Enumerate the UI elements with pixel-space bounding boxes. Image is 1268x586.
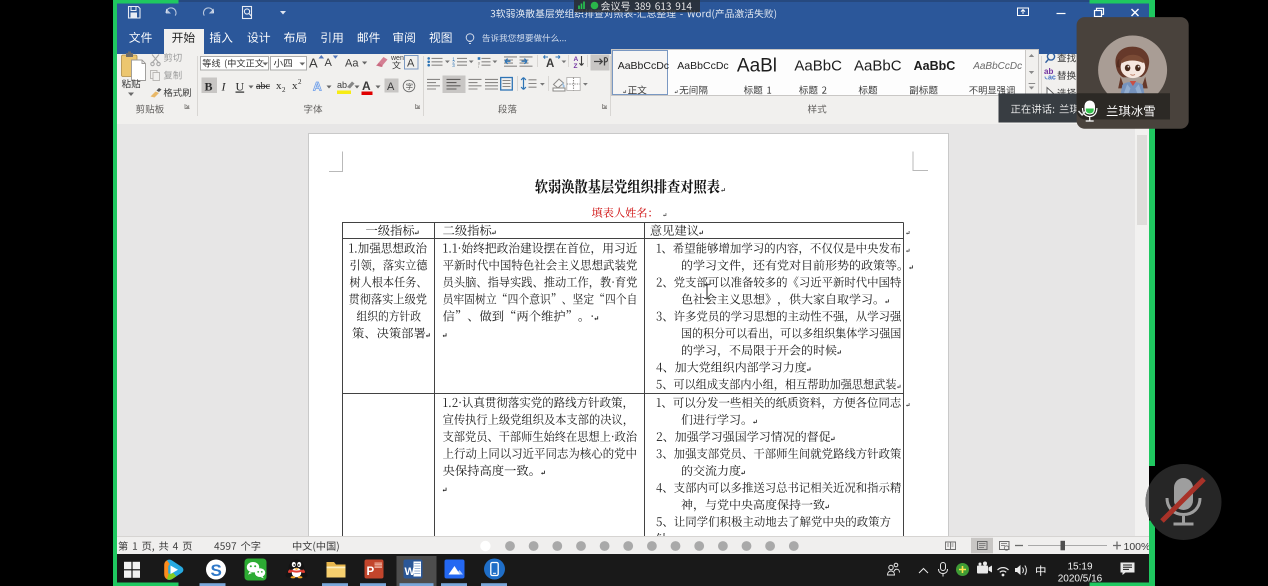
svg-text:A: A: [362, 79, 371, 93]
svg-text:A: A: [387, 81, 395, 93]
svg-text:AaBbCcDc: AaBbCcDc: [972, 61, 1022, 72]
svg-text:abc: abc: [256, 81, 270, 92]
svg-text:AaBbCcDc: AaBbCcDc: [677, 60, 728, 72]
svg-text:S: S: [211, 561, 222, 580]
svg-text:wen: wen: [390, 55, 404, 62]
svg-text:I: I: [221, 80, 227, 94]
svg-text:2: 2: [282, 86, 286, 94]
svg-text:B: B: [205, 80, 213, 94]
svg-text:P: P: [367, 566, 375, 578]
svg-text:AaBbCcDc: AaBbCcDc: [618, 60, 669, 72]
svg-text:U: U: [236, 80, 245, 94]
svg-text:Z: Z: [574, 63, 578, 70]
svg-text:i: i: [478, 64, 479, 69]
svg-text:W: W: [405, 566, 416, 578]
svg-text:Aa: Aa: [345, 58, 359, 70]
svg-text:ac: ac: [1048, 75, 1056, 82]
svg-text:A: A: [546, 58, 554, 70]
svg-text:AaBbC: AaBbC: [914, 59, 956, 73]
svg-text:A: A: [325, 57, 333, 69]
svg-text:A: A: [574, 56, 579, 63]
svg-text:ab: ab: [337, 80, 347, 90]
svg-text:15:19: 15:19: [1067, 562, 1092, 573]
svg-text:A: A: [407, 58, 415, 70]
svg-text:A: A: [313, 80, 322, 94]
svg-text:2: 2: [298, 78, 302, 86]
svg-text:3: 3: [452, 63, 455, 68]
svg-text:AaBbC: AaBbC: [794, 58, 842, 75]
svg-text:A: A: [309, 56, 318, 71]
svg-text:100%: 100%: [1124, 541, 1151, 553]
svg-text:AaBbC: AaBbC: [854, 58, 902, 75]
svg-text:AaBl: AaBl: [737, 56, 777, 77]
